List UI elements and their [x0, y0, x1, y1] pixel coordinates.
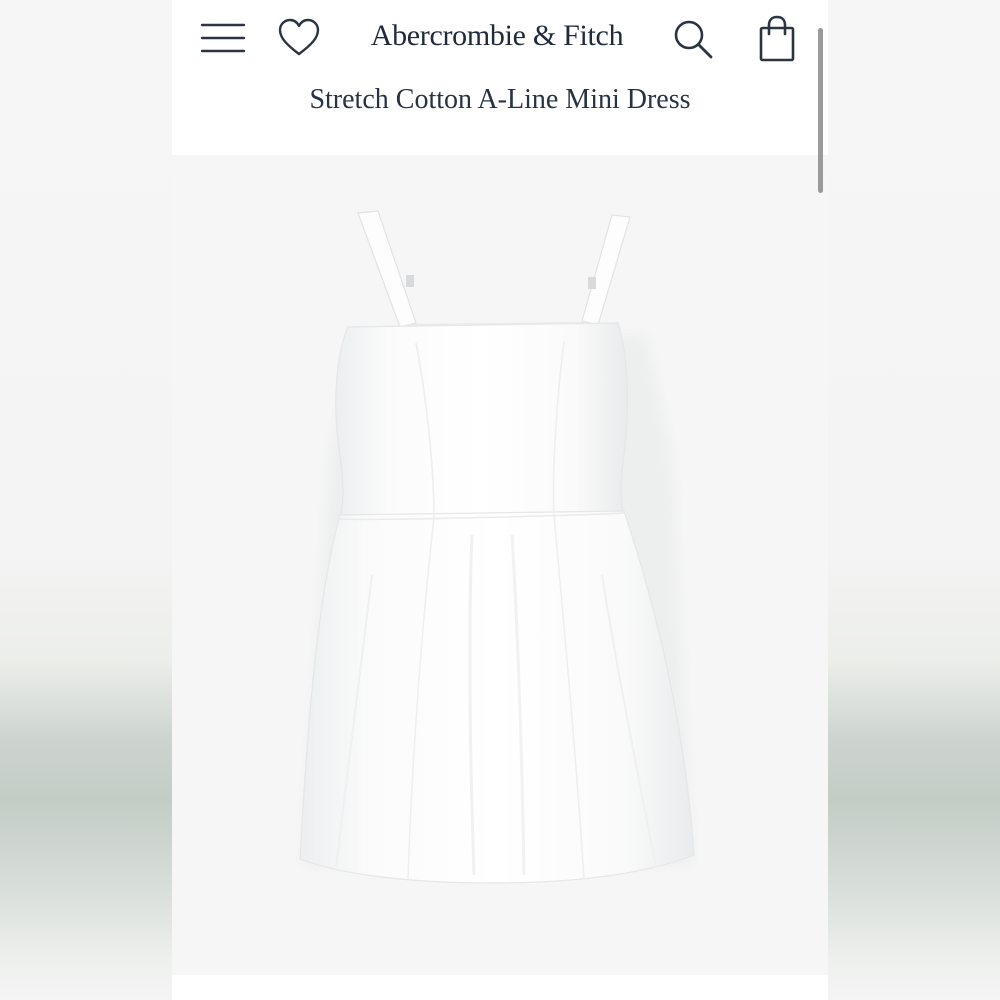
- search-icon: [674, 20, 713, 59]
- product-title: Stretch Cotton A-Line Mini Dress: [309, 84, 691, 115]
- brand-logo[interactable]: Abercrombie & Fitch: [352, 14, 642, 58]
- site-header: Abercrombie & Fitch Stretch Cotton A-Lin…: [172, 0, 828, 155]
- dress-left-strap: [357, 210, 417, 328]
- heart-icon: [278, 18, 320, 56]
- search-button[interactable]: [668, 14, 718, 64]
- shopping-bag-button[interactable]: [752, 12, 802, 66]
- mobile-screen: Abercrombie & Fitch Stretch Cotton A-Lin…: [172, 0, 828, 1000]
- dress-right-strap: [581, 214, 631, 326]
- wishlist-button[interactable]: [274, 14, 324, 62]
- shopping-bag-icon: [759, 15, 795, 62]
- scrollbar[interactable]: [818, 28, 823, 193]
- dress-photo: [299, 210, 695, 884]
- content-divider: [172, 975, 828, 1000]
- hamburger-menu-icon: [200, 23, 246, 53]
- menu-button[interactable]: [196, 16, 250, 60]
- dress-skirt: [299, 510, 695, 884]
- dress-bodice: [335, 322, 628, 520]
- product-image[interactable]: [172, 155, 828, 975]
